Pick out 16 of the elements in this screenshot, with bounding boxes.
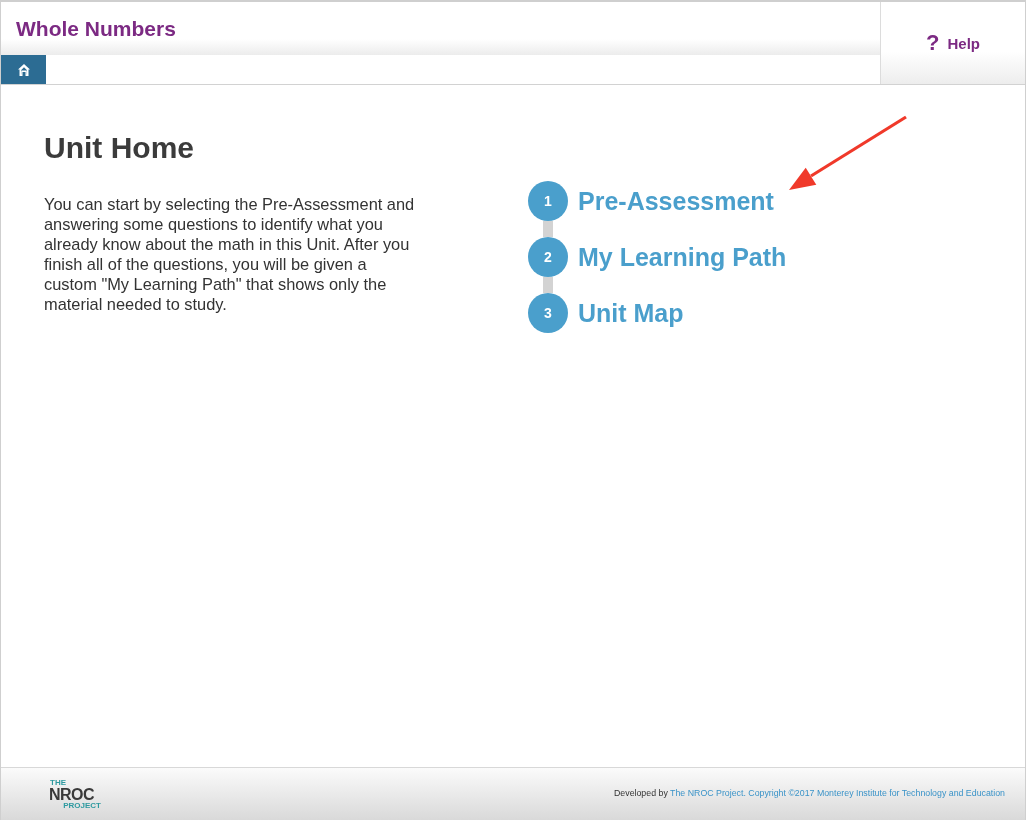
step-number: 2 bbox=[528, 237, 568, 277]
intro-paragraph: You can start by selecting the Pre-Assessment and answering some questions to identify what you already know about the math in this Unit. After you finish all of the questions, you will be given a custom "My Learning Path" that shows only the material needed to study. bbox=[44, 194, 416, 314]
step-link[interactable]: My Learning Path bbox=[578, 237, 787, 277]
step-number: 1 bbox=[528, 181, 568, 221]
step-connector bbox=[543, 221, 553, 237]
step-link[interactable]: Unit Map bbox=[578, 293, 684, 333]
app-title: Whole Numbers bbox=[16, 18, 176, 39]
home-button[interactable] bbox=[1, 55, 46, 84]
step-link[interactable]: Pre-Assessment bbox=[578, 181, 774, 221]
footer-credits: Developed by The NROC Project. Copyright ©2017 Monterey Institute for Technology and Education bbox=[614, 787, 1005, 801]
step-connector bbox=[543, 277, 553, 293]
home-icon bbox=[16, 62, 31, 77]
help-button[interactable]: ? Help bbox=[926, 32, 980, 54]
nroc-logo: THE NROC PROJECT bbox=[49, 778, 101, 810]
page-heading: Unit Home bbox=[44, 132, 194, 164]
step-number: 3 bbox=[528, 293, 568, 333]
